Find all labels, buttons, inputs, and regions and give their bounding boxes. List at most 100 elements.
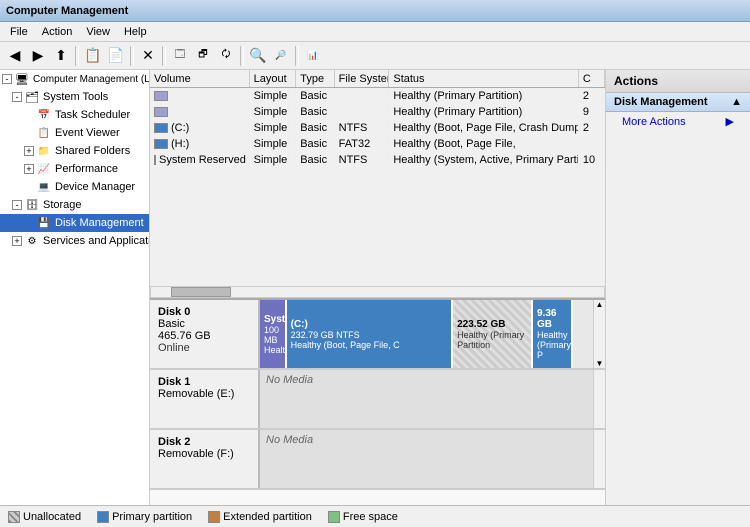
disk-0-part-2[interactable]: 223.52 GB Healthy (Primary Partition bbox=[453, 300, 533, 368]
sidebar-item-task-scheduler[interactable]: 📅 Task Scheduler bbox=[0, 106, 149, 124]
toolbar-back[interactable]: ◀ bbox=[4, 45, 26, 67]
toolbar-show-hide[interactable]: 📋 bbox=[82, 45, 104, 67]
toolbar-sep-4 bbox=[240, 46, 244, 66]
toolbar-search[interactable]: 🔍 bbox=[247, 45, 269, 67]
expand-services[interactable]: + bbox=[12, 236, 22, 246]
vscroll-spacer-1 bbox=[593, 370, 605, 428]
legend-label-extended: Extended partition bbox=[223, 511, 312, 523]
title-bar: Computer Management bbox=[0, 0, 750, 22]
disk-0-type: Basic bbox=[158, 318, 250, 330]
disk-2-partitions: No Media bbox=[260, 430, 593, 488]
part-sub2: Healthy (Primary Partition bbox=[457, 330, 527, 350]
td-type-3: Basic bbox=[296, 136, 334, 151]
legend-free: Free space bbox=[328, 511, 398, 523]
toolbar-up[interactable]: ⬆ bbox=[50, 45, 72, 67]
table-row[interactable]: System Reserved Simple Basic NTFS Health… bbox=[150, 152, 605, 168]
toolbar-sep-3 bbox=[162, 46, 166, 66]
disk-row-1: Disk 1 Removable (E:) No Media bbox=[150, 370, 605, 430]
sidebar-item-disk-management[interactable]: 💾 Disk Management bbox=[0, 214, 149, 232]
status-bar: Unallocated Primary partition Extended p… bbox=[0, 505, 750, 527]
vscroll-down[interactable]: ▼ bbox=[596, 359, 604, 368]
toolbar-paste[interactable]: 🗘 bbox=[215, 45, 237, 67]
table-row[interactable]: Simple Basic Healthy (Primary Partition)… bbox=[150, 88, 605, 104]
actions-panel: Actions Disk Management ▲ More Actions ▶ bbox=[605, 70, 750, 505]
disk-0-part-3[interactable]: 9.36 GB Healthy (Primary P bbox=[533, 300, 573, 368]
sidebar-item-storage[interactable]: - 🗄 Storage bbox=[0, 196, 149, 214]
no-media-2: No Media bbox=[260, 430, 319, 488]
volume-icon-1 bbox=[154, 107, 168, 117]
toolbar-delete[interactable]: ✕ bbox=[137, 45, 159, 67]
sidebar-label-disk-management: Disk Management bbox=[55, 217, 144, 229]
services-icon: ⚙ bbox=[24, 233, 40, 249]
hscroll-thumb[interactable] bbox=[171, 287, 231, 297]
expand-shared-folders[interactable]: + bbox=[24, 146, 34, 156]
actions-more-label: More Actions bbox=[622, 116, 686, 128]
sidebar-label-performance: Performance bbox=[55, 163, 118, 175]
toolbar-new[interactable]: 🗔 bbox=[169, 45, 191, 67]
menu-file[interactable]: File bbox=[4, 24, 34, 40]
toolbar-forward[interactable]: ▶ bbox=[27, 45, 49, 67]
disk-0-status: Online bbox=[158, 342, 250, 354]
sidebar-item-performance[interactable]: + 📈 Performance bbox=[0, 160, 149, 178]
sidebar-label-device-manager: Device Manager bbox=[55, 181, 135, 193]
sidebar-item-shared-folders[interactable]: + 📁 Shared Folders bbox=[0, 142, 149, 160]
th-layout[interactable]: Layout bbox=[250, 70, 297, 87]
expand-performance[interactable]: + bbox=[24, 164, 34, 174]
td-fs-1 bbox=[335, 104, 390, 119]
td-fs-3: FAT32 bbox=[335, 136, 390, 151]
task-icon: 📅 bbox=[36, 107, 52, 123]
toolbar-copy[interactable]: 🗗 bbox=[192, 45, 214, 67]
sidebar-item-services[interactable]: + ⚙ Services and Applications bbox=[0, 232, 149, 250]
disk-1-type: Removable (E:) bbox=[158, 388, 250, 400]
event-icon: 📋 bbox=[36, 125, 52, 141]
actions-more[interactable]: More Actions ▶ bbox=[606, 112, 750, 131]
th-status[interactable]: Status bbox=[389, 70, 578, 87]
menu-action[interactable]: Action bbox=[36, 24, 79, 40]
disk-0-label: Disk 0 Basic 465.76 GB Online bbox=[150, 300, 260, 368]
sidebar-item-computer-management[interactable]: - 🖥 Computer Management (Local bbox=[0, 70, 149, 88]
th-volume[interactable]: Volume bbox=[150, 70, 250, 87]
sidebar-label-storage: Storage bbox=[43, 199, 82, 211]
expand-computer-management[interactable]: - bbox=[2, 74, 12, 84]
disk-view: Disk 0 Basic 465.76 GB Online System 100… bbox=[150, 300, 605, 505]
th-type[interactable]: Type bbox=[296, 70, 334, 87]
sidebar-label-task-scheduler: Task Scheduler bbox=[55, 109, 130, 121]
disk-1-label: Disk 1 Removable (E:) bbox=[150, 370, 260, 428]
disk-1-partitions: No Media bbox=[260, 370, 593, 428]
disk-0-part-0[interactable]: System 100 MB Healthy bbox=[260, 300, 287, 368]
sidebar-item-system-tools[interactable]: - 🗂 System Tools bbox=[0, 88, 149, 106]
sidebar-item-event-viewer[interactable]: 📋 Event Viewer bbox=[0, 124, 149, 142]
volume-icon-3 bbox=[154, 139, 168, 149]
table-hscroll[interactable] bbox=[150, 286, 605, 298]
td-volume-3: (H:) bbox=[150, 136, 250, 151]
title-bar-text: Computer Management bbox=[6, 5, 128, 17]
legend-box-primary bbox=[97, 511, 109, 523]
table-row[interactable]: (H:) Simple Basic FAT32 Healthy (Boot, P… bbox=[150, 136, 605, 152]
vscroll-up[interactable]: ▲ bbox=[596, 300, 604, 309]
expand-system-tools[interactable]: - bbox=[12, 92, 22, 102]
table-row[interactable]: (C:) Simple Basic NTFS Healthy (Boot, Pa… bbox=[150, 120, 605, 136]
sidebar-label-computer: Computer Management (Local bbox=[33, 74, 150, 85]
device-icon: 💻 bbox=[36, 179, 52, 195]
th-filesystem[interactable]: File System bbox=[335, 70, 390, 87]
content-area: Volume Layout Type File System Status C … bbox=[150, 70, 605, 505]
expand-storage[interactable]: - bbox=[12, 200, 22, 210]
legend-unallocated: Unallocated bbox=[8, 511, 81, 523]
disk-2-type: Removable (F:) bbox=[158, 448, 250, 460]
th-capacity[interactable]: C bbox=[579, 70, 605, 87]
part-sub: 232.79 GB NTFS bbox=[291, 330, 448, 340]
disk-0-part-1[interactable]: (C:) 232.79 GB NTFS Healthy (Boot, Page … bbox=[287, 300, 454, 368]
vscroll[interactable]: ▲ ▼ bbox=[593, 300, 605, 368]
sidebar-item-device-manager[interactable]: 💻 Device Manager bbox=[0, 178, 149, 196]
td-status-4: Healthy (System, Active, Primary Partiti… bbox=[389, 152, 578, 167]
menu-view[interactable]: View bbox=[80, 24, 116, 40]
td-type-2: Basic bbox=[296, 120, 334, 135]
table-row[interactable]: Simple Basic Healthy (Primary Partition)… bbox=[150, 104, 605, 120]
toolbar-search2[interactable]: 🔎 bbox=[270, 45, 292, 67]
toolbar-chart[interactable]: 📊 bbox=[302, 45, 324, 67]
sidebar-label-services: Services and Applications bbox=[43, 235, 150, 247]
actions-collapse-icon[interactable]: ▲ bbox=[731, 96, 742, 108]
toolbar-properties[interactable]: 📄 bbox=[105, 45, 127, 67]
disk-1-name: Disk 1 bbox=[158, 376, 250, 388]
menu-help[interactable]: Help bbox=[118, 24, 153, 40]
